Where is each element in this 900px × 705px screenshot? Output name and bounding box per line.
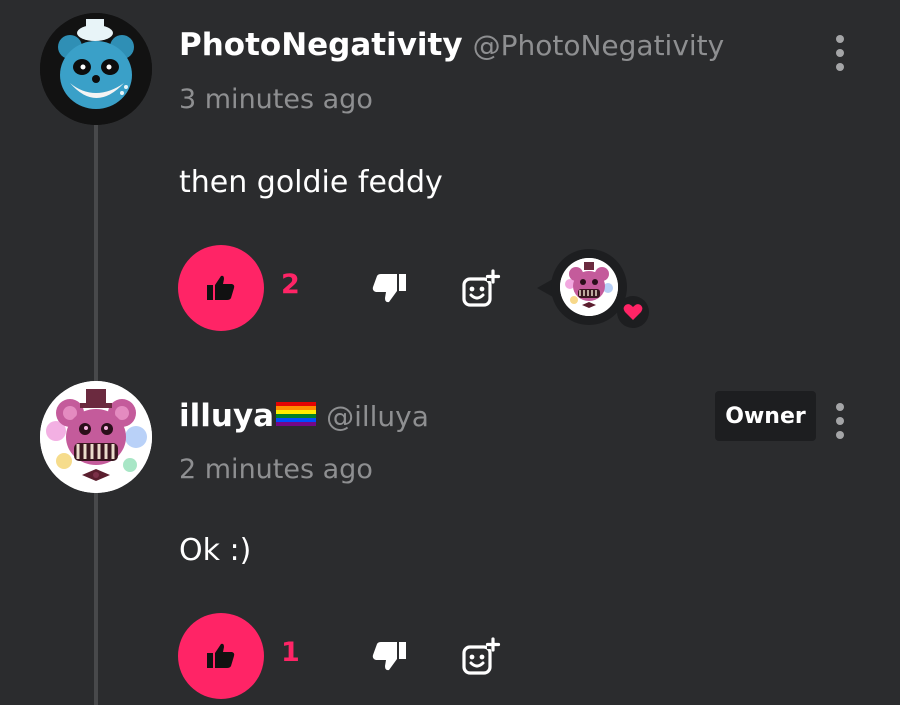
like-count: 1 [281,637,300,668]
comment-text: then goldie feddy [179,165,443,200]
timestamp: 2 minutes ago [179,454,373,485]
owner-reaction[interactable] [551,249,627,325]
add-emoji-icon [462,637,501,675]
like-button[interactable] [178,245,264,331]
comment: illuya @illuya Owner 2 minutes ago Ok :)… [0,370,900,705]
more-options-icon[interactable] [830,33,850,73]
author-handle[interactable]: @PhotoNegativity [473,29,725,62]
thumbs-down-icon [372,642,406,671]
pink-bear-avatar-icon [560,258,618,316]
blue-bear-avatar-icon [40,13,152,125]
like-count: 2 [281,269,300,300]
avatar[interactable] [40,13,152,125]
reactor-avatar [560,258,618,316]
more-options-icon[interactable] [830,401,850,441]
author-name[interactable]: illuya [179,398,274,434]
author-row: illuya @illuya [179,398,429,434]
timestamp: 3 minutes ago [179,84,373,115]
comment: PhotoNegativity @PhotoNegativity 3 minut… [0,0,900,370]
pink-bear-avatar-icon [40,381,152,493]
add-emoji-icon [462,269,501,307]
add-reaction-button[interactable] [461,636,501,676]
avatar[interactable] [40,381,152,493]
add-reaction-button[interactable] [461,268,501,308]
dislike-button[interactable] [370,639,408,673]
author-handle[interactable]: @illuya [326,400,429,433]
author-row: PhotoNegativity @PhotoNegativity [179,27,724,63]
author-name[interactable]: PhotoNegativity [179,27,463,63]
thumbs-up-icon [207,643,235,668]
dislike-button[interactable] [370,271,408,305]
like-button[interactable] [178,613,264,699]
rainbow-flag-icon [276,402,317,426]
thumbs-down-icon [372,274,406,303]
heart-icon [617,296,649,328]
thumbs-up-icon [207,275,235,300]
owner-badge: Owner [715,391,816,441]
comment-text: Ok :) [179,533,252,568]
